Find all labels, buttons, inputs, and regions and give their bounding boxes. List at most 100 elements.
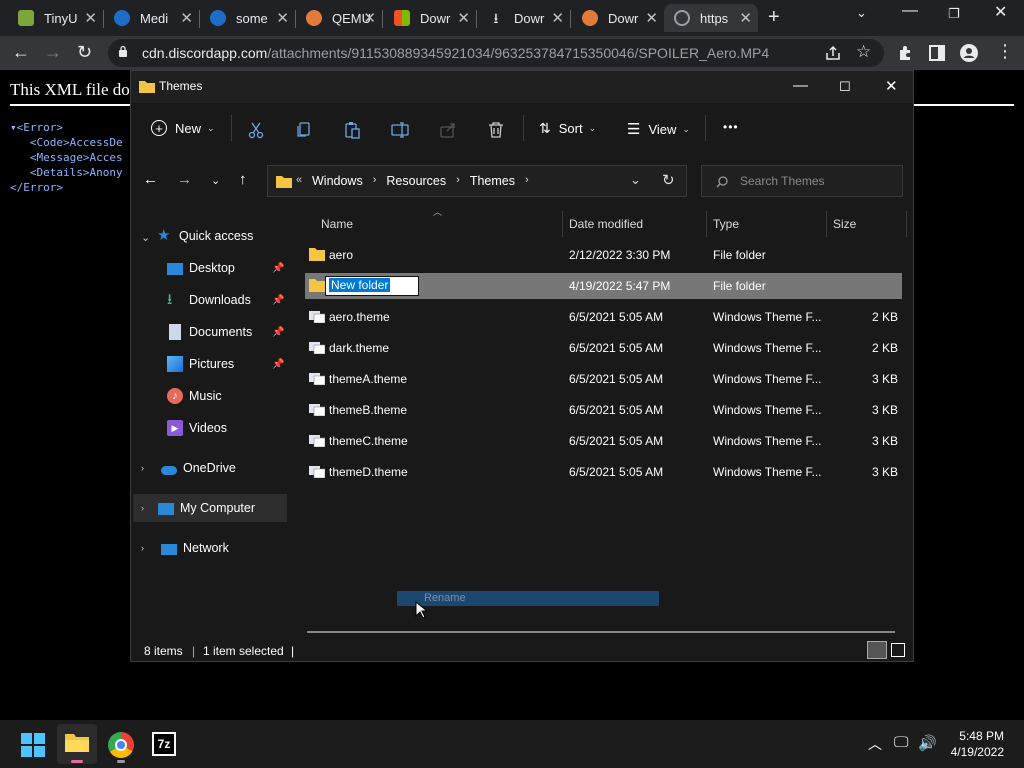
nav-desktop[interactable]: Desktop 📌 [167,254,287,282]
expand-chevron-icon[interactable]: › [141,503,144,513]
side-panel-icon[interactable] [928,44,946,62]
search-box[interactable] [701,165,903,197]
new-button[interactable]: + New ⌄ [151,120,215,136]
rename-input[interactable]: New folder [325,276,419,296]
view-button[interactable]: ☰ View ⌄ [627,120,690,138]
nav-my-computer[interactable]: › My Computer [133,494,287,522]
minimize-icon[interactable]: — [793,77,808,94]
column-header-date[interactable]: Date modified [569,217,643,231]
close-icon[interactable]: ✕ [885,77,898,95]
file-row-themea[interactable]: themeA.theme 6/5/2021 5:05 AM Windows Th… [305,366,902,392]
back-arrow-icon[interactable]: ← [12,42,30,63]
close-tab-icon[interactable]: ✕ [739,9,752,27]
cut-icon[interactable] [247,121,265,139]
nav-downloads[interactable]: ⭳ Downloads 📌 [167,286,287,314]
windows-start-icon[interactable] [20,732,46,758]
copy-icon[interactable] [295,121,313,139]
browser-tab-6[interactable]: ⭳ Dowr ✕ [478,4,571,32]
lock-icon[interactable] [118,45,128,57]
refresh-icon[interactable]: ↻ [662,171,675,189]
browser-tab-1[interactable]: TinyU ✕ [8,4,104,32]
close-tab-icon[interactable]: ✕ [276,9,289,27]
breadcrumb-resources[interactable]: Resources [386,174,446,188]
sort-button[interactable]: ⇅ Sort ⌄ [539,120,596,137]
7zip-icon[interactable]: 7z [152,732,176,756]
search-input[interactable] [738,173,888,189]
pin-icon[interactable]: 📌 [272,263,284,274]
address-box[interactable]: « Windows › Resources › Themes › ⌄ ↻ [267,165,687,197]
recent-locations-chevron-icon[interactable]: ⌄ [211,174,220,187]
pin-icon[interactable]: 📌 [272,359,284,370]
expand-chevron-icon[interactable]: ⌄ [141,231,150,244]
nav-quick-access[interactable]: ★ Quick access [157,222,253,250]
nav-network[interactable]: Network [161,534,229,562]
network-status-icon[interactable]: 🖵 [894,734,908,751]
close-browser-icon[interactable]: ✕ [994,2,1007,22]
reload-icon[interactable]: ↻ [77,42,92,63]
close-tab-icon[interactable]: ✕ [180,9,193,27]
paste-icon[interactable] [343,121,361,139]
taskbar-clock[interactable]: 5:48 PM 4/19/2022 [951,728,1004,760]
delete-icon[interactable] [487,121,505,139]
explorer-titlebar[interactable]: Themes — ☐ ✕ [131,71,913,103]
nav-videos[interactable]: ▶ Videos [167,414,227,442]
breadcrumb-themes[interactable]: Themes [470,174,515,188]
horizontal-scrollbar[interactable] [307,631,895,633]
address-dropdown-chevron-icon[interactable]: ⌄ [630,172,641,188]
close-tab-icon[interactable]: ✕ [551,9,564,27]
close-tab-icon[interactable]: ✕ [457,9,470,27]
file-row-themed[interactable]: themeD.theme 6/5/2021 5:05 AM Windows Th… [305,459,902,485]
file-row-aero[interactable]: aero 2/12/2022 3:30 PM File folder [305,242,902,268]
column-header-type[interactable]: Type [713,217,739,231]
nav-documents[interactable]: Documents 📌 [167,318,287,346]
close-tab-icon[interactable]: ✕ [645,9,658,27]
forward-arrow-icon[interactable]: → [44,42,62,63]
file-row-aero-theme[interactable]: aero.theme 6/5/2021 5:05 AM Windows Them… [305,304,902,330]
file-row-themec[interactable]: themeC.theme 6/5/2021 5:05 AM Windows Th… [305,428,902,454]
close-tab-icon[interactable]: ✕ [363,9,376,27]
browser-tab-7[interactable]: Dowr ✕ [572,4,664,32]
browser-tab-2[interactable]: Medi ✕ [104,4,200,32]
more-options-icon[interactable]: ••• [723,120,739,134]
expand-chevron-icon[interactable]: › [141,543,144,553]
maximize-icon[interactable]: ☐ [839,79,851,95]
new-tab-button[interactable]: + [768,6,780,29]
volume-icon[interactable]: 🔊 [918,734,937,752]
browser-tab-5[interactable]: Dowr ✕ [384,4,477,32]
file-row-dark-theme[interactable]: dark.theme 6/5/2021 5:05 AM Windows Them… [305,335,902,361]
xml-line[interactable]: ▾<Error> [10,121,63,134]
column-header-name[interactable]: Name [321,217,353,231]
file-row-new-folder[interactable]: New folder 4/19/2022 5:47 PM File folder [305,273,902,299]
browser-tab-3[interactable]: some ✕ [200,4,296,32]
details-view-icon[interactable] [867,641,887,659]
overflow-chevron-icon[interactable]: « [296,174,302,186]
forward-arrow-icon[interactable]: → [177,171,192,188]
close-tab-icon[interactable]: ✕ [84,9,97,27]
back-arrow-icon[interactable]: ← [143,171,158,188]
browser-menu-icon[interactable]: ⋮ [996,41,1014,62]
nav-onedrive[interactable]: OneDrive [161,454,236,482]
column-header-size[interactable]: Size [833,217,856,231]
browser-tab-4[interactable]: QEMU ✕ [296,4,383,32]
breadcrumb-windows[interactable]: Windows [312,174,363,188]
file-row-themeb[interactable]: themeB.theme 6/5/2021 5:05 AM Windows Th… [305,397,902,423]
bookmark-star-icon[interactable]: ☆ [856,42,871,62]
pin-icon[interactable]: 📌 [272,327,284,338]
expand-chevron-icon[interactable]: › [141,463,144,473]
share-icon[interactable] [439,121,457,139]
nav-pictures[interactable]: Pictures 📌 [167,350,287,378]
pin-icon[interactable]: 📌 [272,295,284,306]
restore-browser-icon[interactable]: ❐ [948,6,960,22]
profile-icon[interactable] [960,44,978,62]
file-explorer-taskbar-button[interactable] [57,724,97,764]
share-icon[interactable] [824,44,842,62]
rename-icon[interactable] [391,121,409,139]
tab-search-chevron-icon[interactable]: ⌄ [856,5,867,21]
chrome-icon[interactable] [108,732,134,758]
nav-music[interactable]: ♪ Music [167,382,222,410]
minimize-browser-icon[interactable]: — [902,2,918,20]
address-bar[interactable]: cdn.discordapp.com/attachments/911530889… [108,39,884,67]
show-hidden-icons-chevron-icon[interactable]: ︿ [868,734,882,754]
thumbnails-view-icon[interactable] [891,643,905,657]
browser-tab-8-active[interactable]: https ✕ [664,4,758,32]
